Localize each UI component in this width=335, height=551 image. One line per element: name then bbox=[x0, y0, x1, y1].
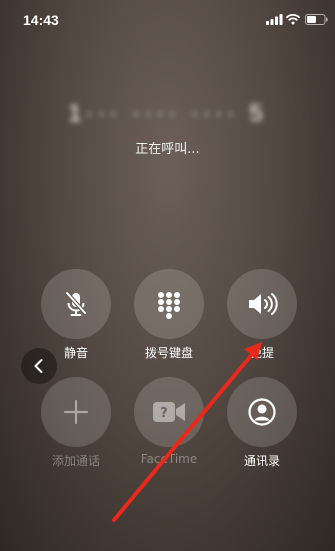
mute-button[interactable]: 静音 bbox=[41, 269, 111, 361]
contacts-button[interactable]: 通讯录 bbox=[227, 377, 297, 469]
speaker-icon bbox=[249, 293, 278, 315]
contact-icon bbox=[248, 398, 276, 426]
keypad-button[interactable]: 拨号键盘 bbox=[134, 269, 204, 361]
speaker-label: 免提 bbox=[249, 346, 274, 360]
keypad-label: 拨号键盘 bbox=[144, 346, 193, 360]
mic-off-icon bbox=[65, 291, 87, 316]
status-bar: 14:43 bbox=[0, 0, 335, 40]
battery-icon bbox=[305, 14, 328, 25]
speaker-button[interactable]: 免提 bbox=[227, 269, 297, 361]
facetime-label: FaceTime bbox=[140, 452, 198, 466]
back-button[interactable] bbox=[21, 348, 57, 384]
caller-number-text: 1··· ···· ···· 5 bbox=[68, 100, 267, 127]
call-status: 正在呼叫... bbox=[135, 142, 200, 157]
add-call-label: 添加通话 bbox=[51, 454, 100, 468]
cellular-signal-icon bbox=[266, 14, 283, 25]
wifi-icon bbox=[286, 14, 300, 25]
contacts-label: 通讯录 bbox=[243, 454, 280, 468]
video-icon: ? bbox=[153, 402, 185, 422]
keypad-icon bbox=[158, 292, 180, 319]
svg-text:?: ? bbox=[160, 406, 168, 421]
plus-icon bbox=[63, 399, 89, 425]
add-call-button[interactable]: 添加通话 bbox=[41, 377, 111, 469]
status-time: 14:43 bbox=[23, 12, 59, 28]
caller-number: 1··· ···· ···· 5 bbox=[0, 100, 335, 130]
facetime-button[interactable]: ? FaceTime bbox=[134, 377, 204, 466]
chevron-left-icon bbox=[34, 359, 43, 373]
